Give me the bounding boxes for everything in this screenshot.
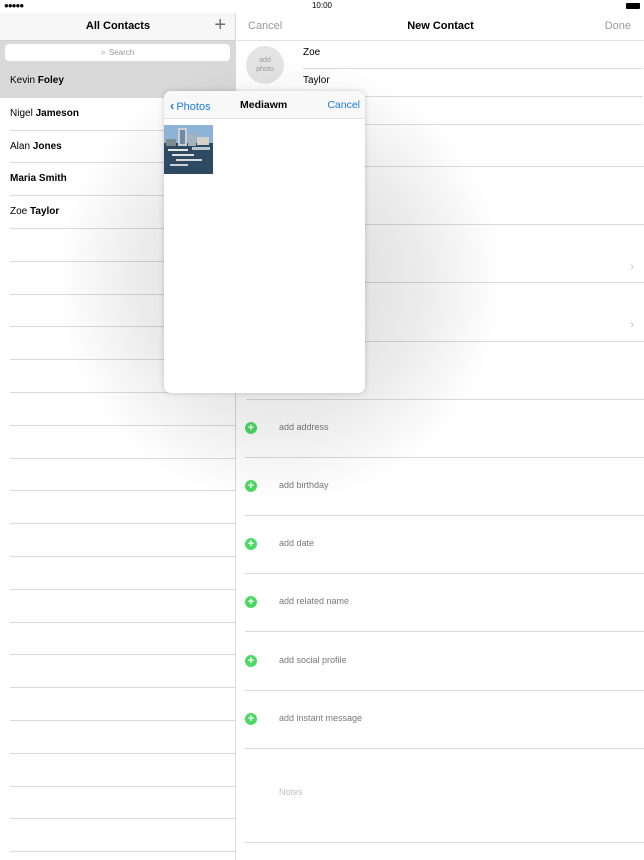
add-icon[interactable]: +: [245, 538, 257, 550]
done-button[interactable]: Done: [605, 20, 631, 32]
search-icon: ⌕: [100, 47, 106, 57]
contact-first-name: Nigel: [10, 107, 33, 119]
add-date-row[interactable]: + add date: [245, 516, 644, 574]
empty-list-row: [10, 491, 235, 525]
battery-icon: [626, 3, 640, 9]
photo-picker-popover: ‹ Photos Mediawm Cancel: [164, 91, 365, 393]
empty-list-row: [10, 393, 235, 426]
empty-list-row: [10, 655, 235, 689]
chevron-right-icon[interactable]: ›: [630, 319, 634, 331]
status-bar: ●●●●● 10:00: [0, 0, 644, 13]
back-label: Photos: [176, 101, 211, 113]
photo-thumbnail[interactable]: [164, 125, 213, 174]
album-title: Mediawm: [240, 99, 288, 111]
contacts-nav-bar: All Contacts +: [0, 13, 235, 41]
add-social-profile-row[interactable]: + add social profile: [245, 633, 644, 691]
empty-list-row: [10, 459, 235, 492]
contacts-title: All Contacts: [85, 20, 151, 32]
empty-list-row: [10, 623, 235, 656]
empty-list-row: [10, 688, 235, 721]
contact-last-name: Jones: [32, 140, 62, 152]
search-placeholder: Search: [108, 48, 135, 57]
popover-cancel-button[interactable]: Cancel: [327, 99, 360, 111]
chevron-left-icon: ‹: [170, 98, 175, 113]
add-related-name-row[interactable]: + add related name: [245, 574, 644, 632]
add-photo-button[interactable]: add photo: [246, 46, 284, 84]
harbour-photo: [164, 125, 213, 174]
add-icon[interactable]: +: [245, 422, 257, 434]
contact-first-name: Kevin: [10, 75, 36, 86]
add-photo-label-1: add: [259, 57, 271, 64]
search-bar: ⌕ Search: [0, 41, 235, 65]
empty-list-row: [10, 426, 235, 459]
add-birthday-row[interactable]: + add birthday: [245, 458, 644, 516]
add-icon[interactable]: +: [245, 713, 257, 725]
empty-list-row: [10, 590, 235, 623]
contact-last-name: Smith: [38, 173, 67, 185]
chevron-right-icon[interactable]: ›: [630, 261, 634, 273]
add-icon[interactable]: +: [245, 655, 257, 667]
empty-list-row: [10, 557, 235, 590]
notes-field[interactable]: Notes: [245, 775, 644, 843]
empty-list-row: [10, 787, 235, 820]
add-icon[interactable]: +: [245, 480, 257, 492]
contact-first-name: Zoe: [10, 206, 28, 218]
add-photo-label-2: photo: [256, 66, 274, 73]
add-field-label: add instant message: [279, 713, 363, 723]
search-input[interactable]: ⌕ Search: [5, 44, 230, 61]
photos-back-button[interactable]: ‹ Photos: [170, 98, 211, 113]
notes-placeholder: Notes: [279, 787, 303, 797]
add-instant-message-row[interactable]: + add instant message: [245, 691, 644, 749]
empty-list-row: [10, 819, 235, 853]
add-icon[interactable]: +: [245, 596, 257, 608]
add-field-label: add birthday: [279, 480, 329, 490]
empty-list-row: [10, 524, 235, 557]
contact-last-name: Jameson: [35, 107, 79, 119]
contact-last-name: Foley: [37, 75, 64, 86]
empty-list-row: [10, 721, 235, 754]
status-time: 10:00: [311, 1, 333, 10]
contact-last-name: Taylor: [30, 206, 60, 218]
new-contact-nav-bar: Cancel New Contact Done: [237, 13, 644, 41]
first-name-field[interactable]: Zoe: [303, 41, 643, 69]
new-contact-title: New Contact: [407, 20, 474, 32]
contact-first-name: Alan: [10, 140, 31, 152]
popover-nav-bar: ‹ Photos Mediawm Cancel: [164, 91, 365, 119]
add-field-label: add date: [279, 538, 315, 548]
add-contact-button[interactable]: +: [214, 14, 226, 37]
contact-first-name: Maria: [10, 173, 37, 185]
add-field-label: add address: [279, 422, 329, 432]
empty-list-row: [10, 754, 235, 787]
add-address-row[interactable]: + add address: [245, 400, 644, 458]
add-field-label: add related name: [279, 596, 350, 606]
add-field-label: add social profile: [279, 655, 347, 665]
